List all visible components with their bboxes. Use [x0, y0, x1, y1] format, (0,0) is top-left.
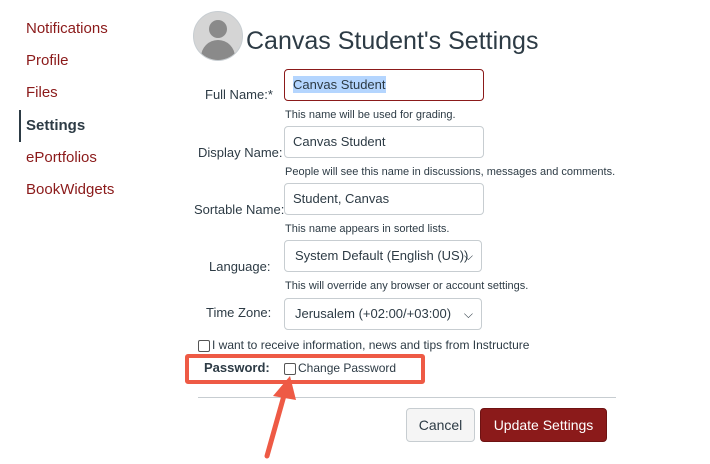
arrow-head: [273, 376, 296, 400]
arrow-shaft: [264, 389, 288, 459]
annotation-arrow-icon: [264, 376, 296, 459]
